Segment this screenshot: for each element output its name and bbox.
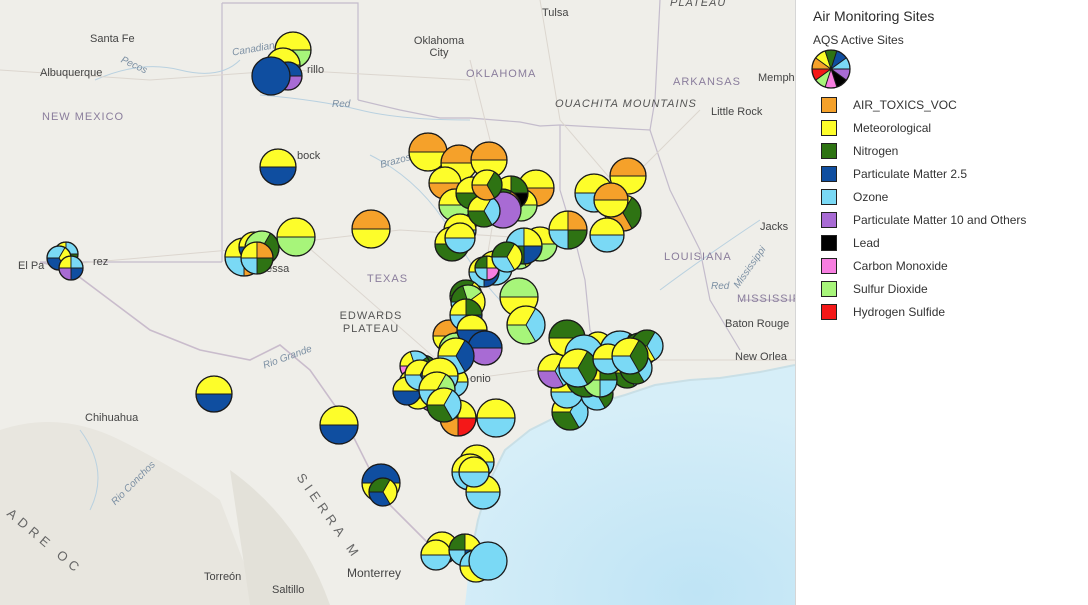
- legend-item: Hydrogen Sulfide: [821, 300, 1026, 323]
- legend-label: Sulfur Dioxide: [853, 281, 928, 296]
- legend-swatch: [821, 257, 837, 274]
- legend-subtitle: AQS Active Sites: [813, 33, 904, 47]
- site-marker[interactable]: [368, 477, 398, 507]
- legend-swatch: [821, 119, 837, 136]
- legend-item: Nitrogen: [821, 139, 1026, 162]
- site-marker[interactable]: [491, 241, 523, 273]
- legend-label: Carbon Monoxide: [853, 258, 948, 273]
- legend-item: Sulfur Dioxide: [821, 277, 1026, 300]
- monitoring-sites-layer: [46, 31, 664, 583]
- legend-swatch: [821, 165, 837, 182]
- site-marker[interactable]: [589, 217, 625, 253]
- legend-item: Carbon Monoxide: [821, 254, 1026, 277]
- legend-label: Hydrogen Sulfide: [853, 304, 946, 319]
- legend-swatch: [821, 142, 837, 159]
- legend-label: Nitrogen: [853, 143, 899, 158]
- site-marker[interactable]: [471, 169, 503, 201]
- site-marker[interactable]: [444, 222, 476, 254]
- legend-item: Meteorological: [821, 116, 1026, 139]
- legend-pie-icon: [811, 49, 851, 89]
- site-marker[interactable]: [468, 541, 508, 581]
- site-marker[interactable]: [351, 209, 391, 249]
- legend-panel: Air Monitoring Sites AQS Active Sites AI…: [795, 0, 1088, 605]
- basemap[interactable]: Santa Fe Albuquerque Pecos Canadian rill…: [0, 0, 795, 605]
- legend-swatch: [821, 234, 837, 251]
- site-marker[interactable]: [276, 217, 316, 257]
- legend-item: Lead: [821, 231, 1026, 254]
- site-marker[interactable]: [593, 182, 629, 218]
- site-marker[interactable]: [259, 148, 297, 186]
- site-marker[interactable]: [58, 255, 84, 281]
- site-marker[interactable]: [319, 405, 359, 445]
- legend-item: Particulate Matter 2.5: [821, 162, 1026, 185]
- site-marker[interactable]: [476, 398, 516, 438]
- legend-label: Meteorological: [853, 120, 932, 135]
- legend-list: AIR_TOXICS_VOC Meteorological Nitrogen Part…: [821, 93, 1026, 323]
- legend-pie[interactable]: [811, 49, 851, 89]
- site-marker[interactable]: [251, 56, 291, 96]
- site-marker[interactable]: [611, 337, 649, 375]
- legend-swatch: [821, 280, 837, 297]
- site-marker[interactable]: [195, 375, 233, 413]
- legend-swatch: [821, 303, 837, 320]
- legend-swatch: [821, 211, 837, 228]
- legend-swatch: [821, 188, 837, 205]
- legend-item: Ozone: [821, 185, 1026, 208]
- legend-item: Particulate Matter 10 and Others: [821, 208, 1026, 231]
- legend-label: Particulate Matter 10 and Others: [853, 212, 1027, 227]
- site-marker[interactable]: [548, 210, 588, 250]
- legend-title: Air Monitoring Sites: [813, 8, 935, 24]
- legend-label: Lead: [853, 235, 880, 250]
- legend-swatch: [821, 96, 837, 113]
- site-marker[interactable]: [240, 241, 274, 275]
- site-marker[interactable]: [506, 305, 546, 345]
- site-marker[interactable]: [426, 387, 462, 423]
- site-marker[interactable]: [558, 348, 598, 388]
- legend-label: Particulate Matter 2.5: [853, 166, 968, 181]
- legend-item: AIR_TOXICS_VOC: [821, 93, 1026, 116]
- legend-label: AIR_TOXICS_VOC: [853, 97, 957, 112]
- legend-label: Ozone: [853, 189, 889, 204]
- site-marker[interactable]: [420, 539, 452, 571]
- site-marker[interactable]: [458, 456, 490, 488]
